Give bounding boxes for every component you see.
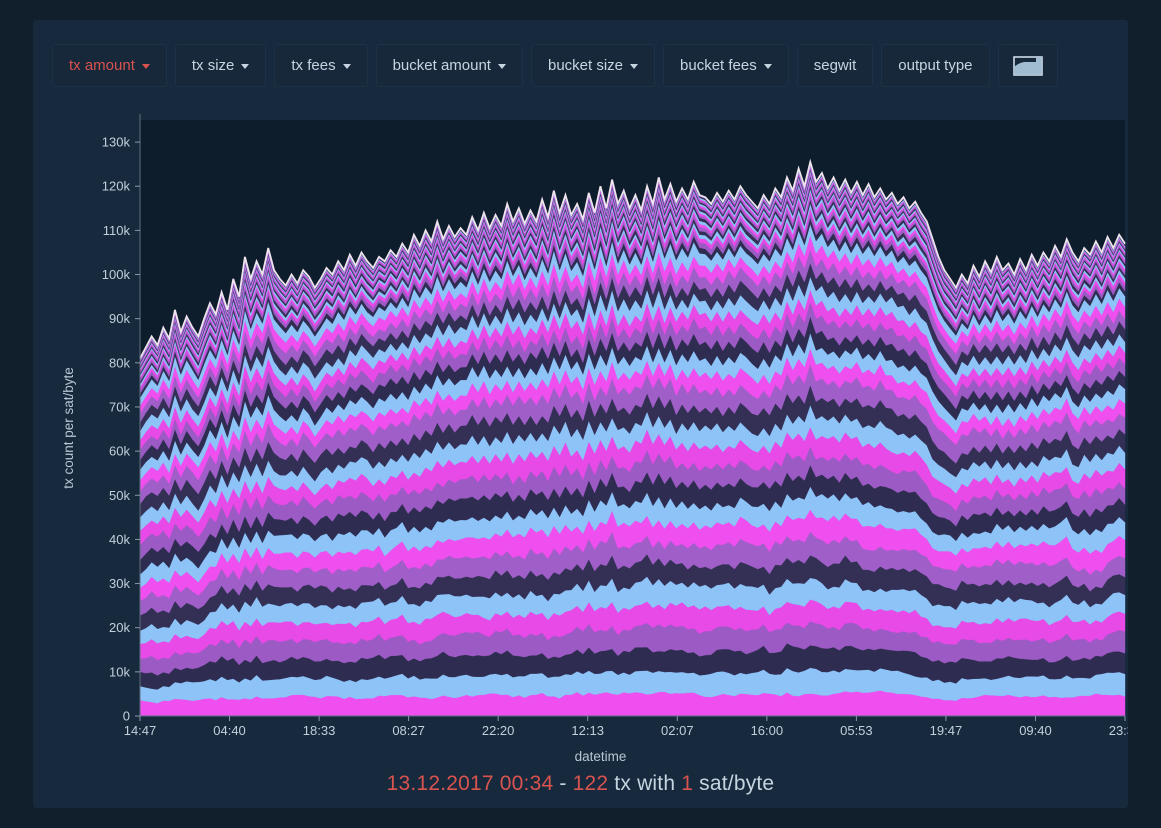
toolbar-button-label: tx fees [291, 57, 336, 74]
chart-status-footer: 13.12.2017 00:34 - 122 tx with 1 sat/byt… [33, 772, 1128, 796]
footer-unit-text: sat/byte [693, 772, 775, 795]
y-tick-label: 60k [109, 444, 130, 459]
x-tick-label: 02:07 [661, 723, 694, 738]
chevron-down-icon [342, 64, 351, 69]
stacked-area-chart[interactable]: 0 10k 20k 30k 40k 50k 60k 70k 80k 90k 100k 110k 120k… [33, 102, 1128, 762]
chart-container[interactable]: 0 10k 20k 30k 40k 50k 60k 70k 80k 90k 100k 110k 120k… [33, 102, 1128, 762]
toolbar-button-bucket-amount[interactable]: bucket amount [375, 44, 523, 87]
toolbar-button-segwit[interactable]: segwit [796, 44, 874, 87]
y-tick-label: 10k [109, 664, 130, 679]
y-tick-label: 30k [109, 576, 130, 591]
footer-datetime: 13.12.2017 00:34 [386, 772, 554, 795]
toolbar-button-label: tx amount [69, 57, 135, 74]
app-root: tx amount tx size tx fees bucket amount buck… [0, 0, 1161, 828]
y-tick-label: 0 [123, 709, 130, 724]
chevron-down-icon [141, 64, 150, 69]
x-axis-ticks: 14:47 04:40 18:33 08:27 22:20 12:13 02:07 16:00… [124, 716, 1128, 738]
x-tick-label: 23:33 [1109, 723, 1128, 738]
toolbar-button-output-type[interactable]: output type [881, 44, 990, 87]
x-tick-label: 08:27 [392, 723, 425, 738]
y-tick-label: 100k [102, 267, 131, 282]
x-axis-title: datetime [575, 749, 627, 762]
x-tick-label: 22:20 [482, 723, 515, 738]
footer-mid-text: tx with [608, 772, 682, 795]
chart-panel: tx amount tx size tx fees bucket amount buck… [33, 20, 1128, 808]
y-tick-label: 40k [109, 532, 130, 547]
x-tick-label: 12:13 [571, 723, 604, 738]
footer-tx-count: 122 [572, 772, 609, 795]
chevron-down-icon [497, 64, 506, 69]
x-tick-label: 04:40 [213, 723, 246, 738]
chevron-down-icon [763, 64, 772, 69]
footer-separator: - [553, 772, 573, 795]
x-tick-label: 19:47 [930, 723, 963, 738]
toolbar-button-label: segwit [813, 57, 857, 74]
x-tick-label: 05:53 [840, 723, 873, 738]
y-tick-label: 120k [102, 179, 131, 194]
toolbar-button-label: bucket amount [392, 57, 491, 74]
metric-toolbar: tx amount tx size tx fees bucket amount buck… [52, 44, 1112, 87]
chevron-down-icon [630, 64, 639, 69]
y-tick-label: 20k [109, 620, 130, 635]
toolbar-button-label: tx size [191, 57, 235, 74]
toolbar-button-label: output type [898, 57, 973, 74]
toolbar-button-label: bucket fees [680, 57, 757, 74]
toolbar-button-tx-amount[interactable]: tx amount [52, 44, 167, 87]
y-axis-ticks: 0 10k 20k 30k 40k 50k 60k 70k 80k 90k 100k 110k 120k… [102, 135, 140, 724]
toolbar-button-label: bucket size [547, 57, 624, 74]
area-chart-icon [1012, 55, 1043, 76]
chevron-down-icon [241, 64, 250, 69]
toolbar-button-chart-type[interactable] [997, 44, 1058, 87]
x-tick-label: 09:40 [1019, 723, 1052, 738]
y-tick-label: 110k [103, 223, 131, 238]
y-tick-label: 90k [109, 311, 130, 326]
x-tick-label: 16:00 [751, 723, 784, 738]
y-tick-label: 70k [109, 399, 130, 414]
y-axis-title: tx count per sat/byte [61, 367, 76, 489]
toolbar-button-bucket-fees[interactable]: bucket fees [663, 44, 789, 87]
y-tick-label: 130k [102, 135, 131, 150]
footer-feerate: 1 [681, 772, 694, 795]
toolbar-button-tx-fees[interactable]: tx fees [274, 44, 368, 87]
y-tick-label: 80k [109, 355, 130, 370]
toolbar-button-bucket-size[interactable]: bucket size [530, 44, 656, 87]
x-tick-label: 18:33 [303, 723, 336, 738]
x-tick-label: 14:47 [124, 723, 157, 738]
toolbar-button-tx-size[interactable]: tx size [174, 44, 267, 87]
y-tick-label: 50k [109, 488, 130, 503]
